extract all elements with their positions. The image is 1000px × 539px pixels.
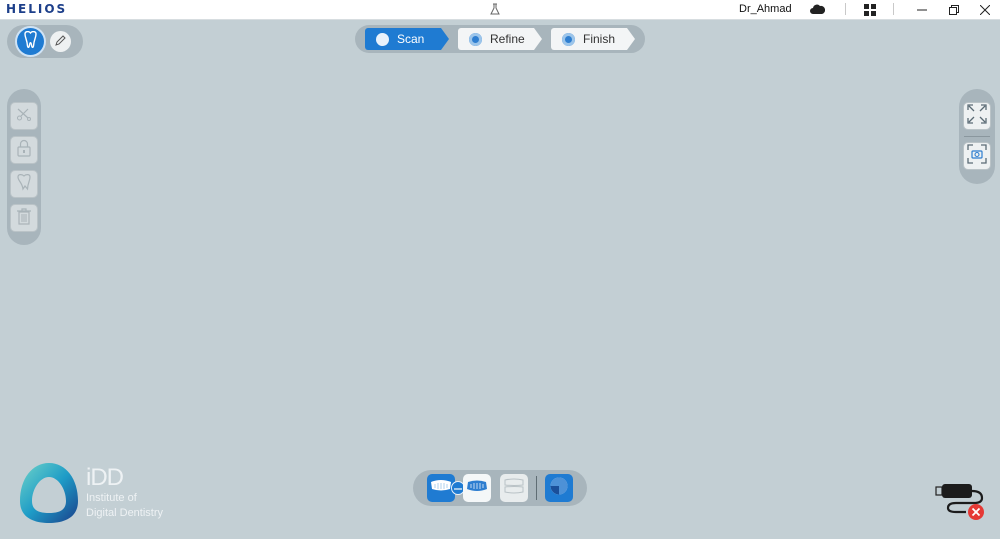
step-finish[interactable]: Finish — [551, 28, 635, 50]
minimize-icon — [917, 9, 927, 10]
step-scan-label: Scan — [397, 32, 425, 46]
scanner-status[interactable] — [934, 481, 988, 521]
lock-icon — [16, 139, 32, 162]
fullscreen-icon — [967, 103, 987, 129]
screenshot-icon — [967, 143, 987, 169]
analysis-icon — [549, 476, 569, 501]
separator — [845, 3, 846, 15]
right-tool-panel — [959, 89, 995, 184]
tooth-edit-icon — [16, 173, 32, 196]
pencil-icon — [55, 33, 66, 51]
idd-title: iDD — [86, 464, 124, 491]
idd-logo-icon — [18, 461, 80, 525]
close-icon — [980, 4, 990, 15]
separator — [536, 476, 537, 500]
flask-icon[interactable] — [488, 2, 502, 16]
step-refine[interactable]: Refine — [458, 28, 542, 50]
scan-mode-button[interactable] — [17, 28, 44, 55]
lock-button[interactable] — [10, 136, 38, 164]
idd-subtitle-line2: Digital Dentistry — [86, 507, 164, 519]
apps-grid-icon[interactable] — [864, 3, 878, 16]
scanner-disconnected-icon — [934, 484, 988, 525]
bite-button[interactable] — [500, 474, 528, 502]
edit-mode-button[interactable] — [50, 31, 71, 52]
analysis-button[interactable] — [545, 474, 573, 502]
title-bar: HELIOS Dr_Ahmad — [0, 0, 1000, 20]
jaw-selection-toolbar — [413, 470, 587, 506]
trash-icon — [16, 207, 32, 230]
lower-jaw-button[interactable] — [463, 474, 491, 502]
username-label[interactable]: Dr_Ahmad — [739, 3, 792, 15]
scissors-icon — [16, 106, 32, 127]
refine-icon — [469, 32, 482, 46]
restore-button[interactable] — [939, 0, 969, 19]
tooth-edit-button[interactable] — [10, 170, 38, 198]
lower-jaw-icon — [466, 479, 488, 498]
scan-icon — [376, 32, 389, 46]
fullscreen-button[interactable] — [963, 102, 991, 130]
upper-jaw-icon — [430, 479, 452, 498]
screenshot-button[interactable] — [963, 142, 991, 170]
minimize-button[interactable] — [907, 0, 937, 19]
close-button[interactable] — [970, 0, 1000, 19]
cut-button[interactable] — [10, 102, 38, 130]
delete-button[interactable] — [10, 204, 38, 232]
step-finish-label: Finish — [583, 32, 616, 46]
link-icon — [454, 479, 462, 497]
tooth-icon — [23, 30, 38, 53]
cloud-icon[interactable] — [810, 3, 826, 16]
left-tool-panel — [7, 89, 41, 245]
idd-subtitle-line1: Institute of — [86, 492, 137, 504]
app-logo: HELIOS — [6, 2, 68, 16]
separator — [964, 136, 990, 137]
mode-panel — [7, 25, 83, 58]
step-scan[interactable]: Scan — [365, 28, 449, 50]
workflow-steps: Scan Refine Finish — [355, 25, 645, 53]
finish-icon — [562, 32, 575, 46]
step-refine-label: Refine — [490, 32, 525, 46]
restore-icon — [949, 4, 959, 15]
bite-icon — [503, 478, 525, 499]
separator — [893, 3, 894, 15]
